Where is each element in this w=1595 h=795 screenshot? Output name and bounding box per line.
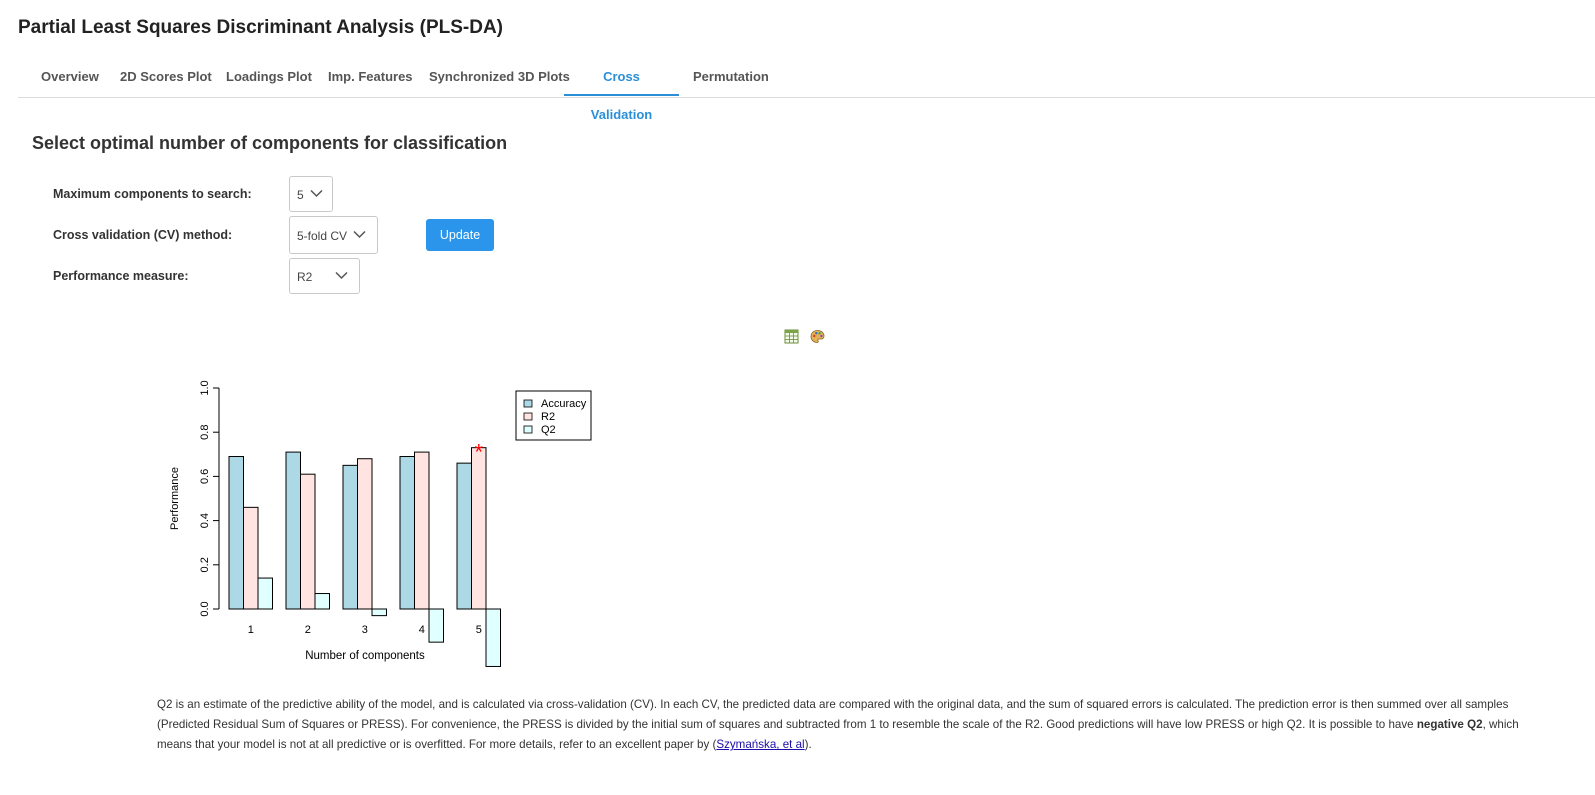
x-tick-label: 1 <box>248 624 254 636</box>
bar-q2-4 <box>428 608 444 643</box>
x-tick-label: 3 <box>362 624 368 636</box>
cv-method-select[interactable]: 5-fold CV <box>289 216 378 254</box>
chevron-down-icon <box>310 189 323 198</box>
description-text-end: ). <box>804 738 812 751</box>
legend-swatch-accuracy <box>523 399 533 408</box>
y-tick-label: 0.2 <box>199 557 211 572</box>
performance-measure-label: Performance measure: <box>53 269 189 283</box>
tab-synchronized-3d-plots[interactable]: Synchronized 3D Plots <box>415 58 584 96</box>
tab-overview[interactable]: Overview <box>27 58 113 96</box>
max-components-select[interactable]: 5 <box>289 176 333 212</box>
legend-swatch-q2 <box>523 425 533 434</box>
szymanska-paper-link[interactable]: Szymańska, et al <box>716 738 804 751</box>
y-tick-label: 0.0 <box>199 601 211 616</box>
x-tick-label: 5 <box>476 624 482 636</box>
cv-method-value: 5-fold CV <box>297 229 348 243</box>
tab-bar: Overview 2D Scores Plot Loadings Plot Im… <box>18 58 1595 122</box>
bar-accuracy-5 <box>456 462 472 610</box>
y-tick-label: 0.8 <box>199 425 211 440</box>
performance-measure-value: R2 <box>297 270 313 284</box>
y-tick-label: 0.6 <box>199 469 211 484</box>
chevron-down-icon <box>335 271 348 280</box>
bar-r2-4 <box>414 451 430 610</box>
cv-method-label: Cross validation (CV) method: <box>53 228 233 242</box>
update-button[interactable]: Update <box>426 219 494 251</box>
max-components-label: Maximum components to search: <box>53 187 252 201</box>
bar-r2-1 <box>243 506 259 610</box>
legend-swatch-r2 <box>523 412 533 421</box>
y-tick-label: 0.4 <box>199 513 211 528</box>
bar-accuracy-4 <box>399 456 415 610</box>
x-tick-label: 2 <box>305 624 311 636</box>
performance-measure-select[interactable]: R2 <box>289 258 360 294</box>
y-axis-label: Performance <box>169 467 181 530</box>
tab-cross-validation[interactable]: Cross Validation <box>564 58 679 122</box>
chevron-down-icon <box>353 230 366 239</box>
bar-r2-2 <box>300 473 316 610</box>
x-tick-label: 4 <box>419 624 425 636</box>
y-tick-label: 1.0 <box>199 380 211 395</box>
legend-label-r2: R2 <box>541 411 555 423</box>
tab-permutation[interactable]: Permutation <box>679 58 783 96</box>
palette-icon[interactable] <box>810 329 825 344</box>
tab-loadings-plot[interactable]: Loadings Plot <box>212 58 326 96</box>
description-text: Q2 is an estimate of the predictive abil… <box>157 698 1509 731</box>
x-axis-label: Number of components <box>305 650 425 662</box>
bar-q2-3 <box>371 608 387 617</box>
tab-2d-scores-plot[interactable]: 2D Scores Plot <box>106 58 226 96</box>
negative-q2-emphasis: negative Q2 <box>1416 718 1483 731</box>
legend-label-q2: Q2 <box>541 424 556 436</box>
bar-r2-5 <box>471 447 487 610</box>
bar-accuracy-3 <box>342 464 358 610</box>
q2-description: Q2 is an estimate of the predictive abil… <box>157 695 1547 755</box>
bar-q2-2 <box>314 593 330 610</box>
best-component-marker: * <box>474 440 483 465</box>
tab-imp-features[interactable]: Imp. Features <box>314 58 427 96</box>
max-components-value: 5 <box>297 188 304 202</box>
bar-q2-5 <box>485 608 501 667</box>
bar-r2-3 <box>357 458 373 610</box>
legend-label-accuracy: Accuracy <box>541 398 587 410</box>
bar-accuracy-1 <box>228 456 244 610</box>
bar-q2-1 <box>257 577 273 610</box>
table-icon[interactable] <box>784 329 799 344</box>
cross-validation-chart: 0.0 0.2 0.4 0.6 0.8 1.0 1 2 3 4 5 * Number of compon… <box>169 380 592 667</box>
page-title: Partial Least Squares Discriminant Analy… <box>18 17 504 38</box>
section-title: Select optimal number of components for … <box>32 133 508 153</box>
bar-accuracy-2 <box>285 451 301 610</box>
